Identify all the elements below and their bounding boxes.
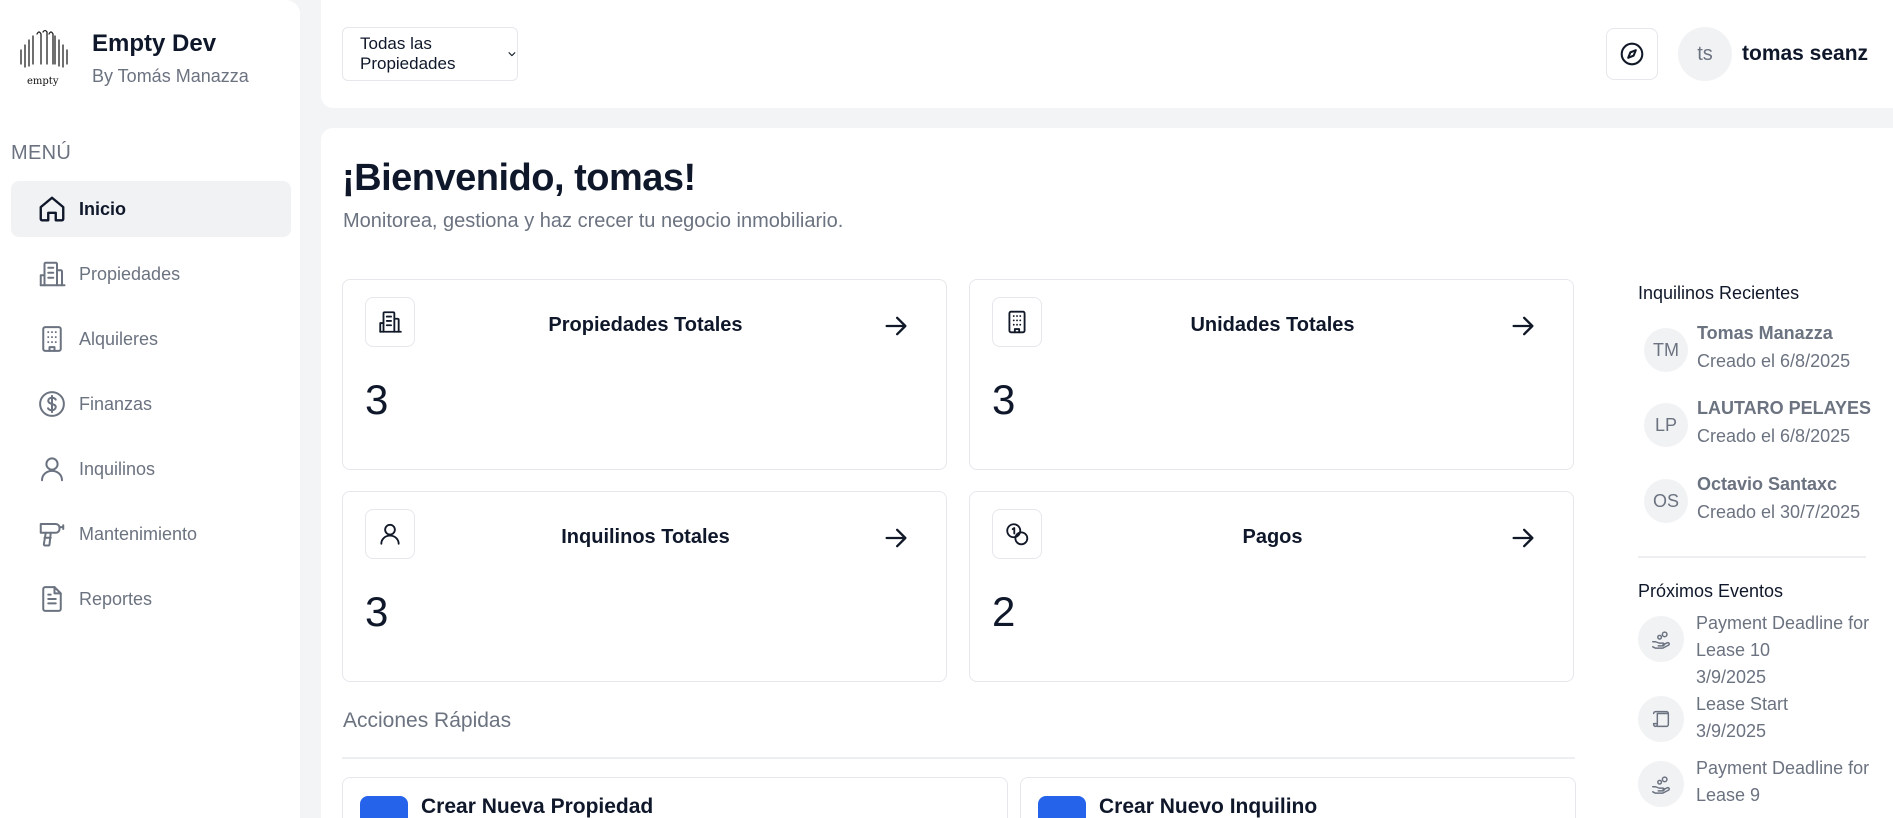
arrow-right-icon [1512, 528, 1534, 548]
sidebar-item-label: Finanzas [79, 393, 153, 414]
sidebar: empty Empty Dev By Tomás Manazza MENÚ In… [0, 0, 300, 818]
arrow-right-icon [885, 528, 907, 548]
user-menu[interactable]: ts tomas seanz [1678, 27, 1868, 81]
sidebar-item-label: Propiedades [79, 263, 181, 284]
tenant-created-date: Creado el 6/8/2025 [1697, 426, 1851, 446]
page-title: ¡Bienvenido, tomas! [342, 157, 696, 199]
brand-name: Empty Dev [92, 30, 217, 57]
user-icon [1038, 796, 1086, 818]
stat-card-value: 3 [365, 376, 389, 423]
dollar-circle-icon [37, 389, 67, 419]
upcoming-events-heading: Próximos Eventos [1638, 581, 1784, 601]
stat-card-pagos[interactable]: Pagos 2 [969, 491, 1574, 682]
sidebar-item-label: Inquilinos [79, 458, 156, 479]
brand-subtitle: By Tomás Manazza [92, 66, 249, 86]
topbar: Todas las Propiedades ts tomas seanz [321, 0, 1893, 108]
tenant-created-date: Creado el 6/8/2025 [1697, 351, 1851, 371]
stat-card-title: Propiedades Totales [548, 314, 743, 336]
empty-logo-icon: empty [18, 28, 74, 92]
tenant-name: Octavio Santaxc [1697, 474, 1838, 494]
building-icon [37, 259, 67, 289]
building-icon [360, 796, 408, 818]
tenant-name: LAUTARO PELAYES [1697, 398, 1872, 418]
recent-tenants-heading: Inquilinos Recientes [1638, 283, 1800, 303]
sidebar-item-inicio[interactable]: Inicio [11, 181, 291, 237]
compass-button[interactable] [1606, 28, 1658, 80]
stat-card-value: 3 [992, 376, 1016, 423]
sidebar-item-reportes[interactable]: Reportes [11, 571, 291, 627]
user-name: tomas seanz [1742, 42, 1869, 65]
tenant-name: Tomas Manazza [1697, 323, 1833, 343]
tenant-item[interactable]: OS Octavio Santaxc Creado el 30/7/2025 [1644, 474, 1861, 523]
quick-action-label: Crear Nuevo Inquilino [1099, 795, 1318, 818]
hand-coins-icon [1638, 761, 1684, 807]
avatar: TM [1644, 328, 1688, 372]
page-subtitle: Monitorea, gestiona y haz crecer tu nego… [343, 210, 844, 232]
stat-card-inquilinos[interactable]: Inquilinos Totales 3 [342, 491, 947, 682]
stat-card-unidades[interactable]: Unidades Totales 3 [969, 279, 1574, 470]
property-selector-value: Todas las Propiedades [360, 34, 456, 73]
divider [342, 757, 1575, 759]
sidebar-item-inquilinos[interactable]: Inquilinos [11, 441, 291, 497]
sidebar-nav: Inicio Propiedades Alquileres Finanzas I… [11, 181, 291, 636]
tenant-item[interactable]: TM Tomas Manazza Creado el 6/8/2025 [1644, 323, 1851, 372]
avatar: ts [1678, 27, 1732, 81]
hand-coins-icon [1638, 616, 1684, 662]
event-title: Payment Deadline for Lease 9 [1696, 758, 1870, 805]
logo-wordmark: empty [27, 76, 59, 87]
sidebar-item-finanzas[interactable]: Finanzas [11, 376, 291, 432]
quick-action-label: Crear Nueva Propiedad [421, 795, 654, 818]
compass-icon [1620, 42, 1644, 66]
avatar: LP [1644, 403, 1688, 447]
stat-card-title: Unidades Totales [1190, 314, 1355, 336]
create-property-button[interactable]: Crear Nueva Propiedad [342, 777, 1008, 818]
stat-card-title: Inquilinos Totales [561, 526, 730, 548]
office-building-icon [37, 324, 67, 354]
avatar: OS [1644, 479, 1688, 523]
menu-heading: MENÚ [11, 142, 72, 164]
user-icon [37, 454, 67, 484]
event-date: 3/9/2025 [1696, 721, 1767, 741]
sidebar-item-propiedades[interactable]: Propiedades [11, 246, 291, 302]
event-title: Lease Start [1696, 694, 1789, 714]
divider [1638, 556, 1866, 558]
brand[interactable]: empty Empty Dev By Tomás Manazza [18, 28, 249, 92]
home-icon [37, 194, 67, 224]
property-selector[interactable]: Todas las Propiedades [342, 27, 518, 81]
arrow-right-icon [885, 316, 907, 336]
sidebar-item-label: Reportes [79, 588, 153, 609]
document-icon [37, 584, 67, 614]
sidebar-item-alquileres[interactable]: Alquileres [11, 311, 291, 367]
tenant-item[interactable]: LP LAUTARO PELAYES Creado el 6/8/2025 [1644, 398, 1871, 447]
stat-card-propiedades[interactable]: Propiedades Totales 3 [342, 279, 947, 470]
tenant-created-date: Creado el 30/7/2025 [1697, 502, 1861, 522]
drill-icon [37, 519, 67, 549]
arrow-right-icon [1512, 316, 1534, 336]
stat-card-value: 2 [992, 588, 1016, 635]
chevron-down-icon [508, 52, 516, 57]
stat-card-value: 3 [365, 588, 389, 635]
event-item[interactable]: Payment Deadline for Lease 9 [1638, 755, 1893, 809]
event-title: Payment Deadline for Lease 10 [1696, 613, 1870, 660]
sidebar-item-label: Alquileres [79, 328, 159, 349]
event-date: 3/9/2025 [1696, 667, 1767, 687]
sidebar-item-mantenimiento[interactable]: Mantenimiento [11, 506, 291, 562]
event-item[interactable]: Lease Start 3/9/2025 [1638, 691, 1893, 745]
create-tenant-button[interactable]: Crear Nuevo Inquilino [1020, 777, 1576, 818]
stat-card-title: Pagos [1242, 526, 1303, 548]
quick-actions-heading: Acciones Rápidas [343, 709, 512, 732]
scroll-icon [1638, 696, 1684, 742]
sidebar-item-label: Inicio [79, 198, 127, 219]
sidebar-item-label: Mantenimiento [79, 523, 198, 544]
main-panel: ¡Bienvenido, tomas! Monitorea, gestiona … [321, 128, 1893, 818]
event-item[interactable]: Payment Deadline for Lease 10 3/9/2025 [1638, 610, 1893, 691]
